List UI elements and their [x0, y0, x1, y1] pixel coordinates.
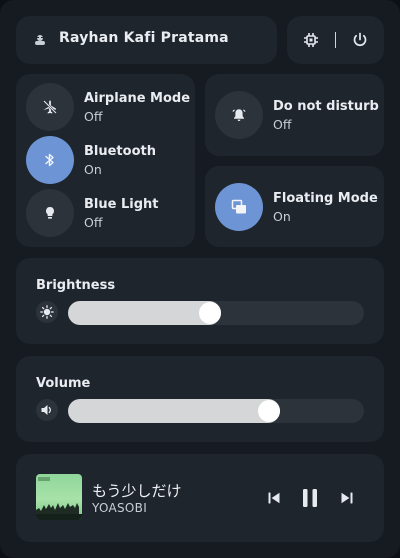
sun-icon	[36, 301, 58, 323]
toggle-label: Floating Mode	[273, 191, 378, 206]
dnd-button[interactable]	[215, 91, 263, 139]
floating-toggle[interactable]: Floating Mode On	[205, 182, 378, 232]
toggle-label: Blue Light	[84, 197, 159, 212]
power-icon[interactable]	[348, 28, 372, 52]
album-art[interactable]	[36, 474, 82, 520]
toggle-state: On	[273, 209, 291, 224]
toggle-state: Off	[84, 215, 103, 230]
brightness-title: Brightness	[36, 278, 116, 293]
system-actions	[287, 16, 384, 64]
user-name: Rayhan Kafi Pratama	[59, 30, 229, 46]
volume-title: Volume	[36, 376, 91, 391]
floating-button[interactable]	[215, 183, 263, 231]
toggle-state: On	[84, 162, 102, 177]
bluetooth-button[interactable]	[26, 136, 74, 184]
brightness-slider[interactable]	[68, 301, 364, 325]
cpu-icon[interactable]	[299, 28, 323, 52]
bluetooth-icon	[45, 153, 54, 167]
volume-fill	[68, 399, 281, 423]
quick-settings-panel: Rayhan Kafi Pratama Airplane Mode Off Bl…	[0, 0, 400, 558]
next-icon[interactable]	[339, 487, 355, 509]
floating-window-icon	[231, 199, 246, 214]
dnd-toggle[interactable]: Do not disturb Off	[205, 90, 379, 140]
brightness-handle[interactable]	[199, 302, 222, 324]
track-title: もう少しだけ	[92, 482, 182, 500]
brightness-card: Brightness	[16, 258, 384, 344]
toggle-state: Off	[84, 109, 103, 124]
pause-icon[interactable]	[300, 487, 320, 509]
toggle-airplane-mode[interactable]: Airplane Mode Off	[16, 82, 190, 132]
bell-icon	[232, 109, 246, 121]
toggle-label: Bluetooth	[84, 144, 156, 159]
airplane-button[interactable]	[26, 83, 74, 131]
lightbulb-icon	[46, 207, 54, 219]
toggle-floating-mode[interactable]: Floating Mode On	[205, 166, 384, 247]
blue-light-button[interactable]	[26, 189, 74, 237]
airplane-icon	[43, 100, 57, 114]
user-card[interactable]: Rayhan Kafi Pratama	[16, 16, 277, 64]
toggle-blue-light[interactable]: Blue Light Off	[16, 188, 186, 238]
toggle-do-not-disturb[interactable]: Do not disturb Off	[205, 74, 384, 156]
track-artist: YOASOBI	[92, 501, 148, 515]
volume-slider[interactable]	[68, 399, 364, 423]
toggle-state: Off	[273, 117, 292, 132]
volume-card: Volume	[16, 356, 384, 442]
toggle-label: Airplane Mode	[84, 91, 191, 106]
previous-icon[interactable]	[266, 487, 282, 509]
toggles-card: Airplane Mode Off Bluetooth On Blue Ligh…	[16, 74, 195, 247]
speaker-icon	[36, 399, 58, 421]
media-player: もう少しだけ YOASOBI	[16, 454, 384, 542]
divider	[335, 32, 336, 48]
toggle-bluetooth[interactable]: Bluetooth On	[16, 135, 186, 185]
user-icon	[33, 32, 47, 46]
toggle-label: Do not disturb	[273, 99, 379, 114]
